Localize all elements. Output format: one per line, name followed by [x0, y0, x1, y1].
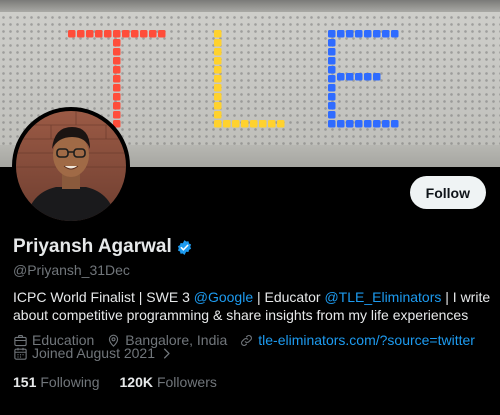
followers-stat[interactable]: 120K Followers	[120, 374, 217, 390]
follow-stats: 151 Following 120K Followers	[13, 374, 217, 390]
led-l	[223, 120, 231, 128]
led-l	[214, 57, 222, 65]
led-l	[214, 48, 222, 56]
led-e	[364, 120, 372, 128]
bio-text: ICPC World Finalist | SWE 3	[13, 289, 194, 305]
led-l	[214, 93, 222, 101]
bio: ICPC World Finalist | SWE 3 @Google | Ed…	[13, 288, 491, 324]
verified-badge-icon[interactable]	[176, 239, 193, 256]
led-e	[391, 30, 399, 38]
calendar-icon	[14, 347, 27, 360]
led-t	[113, 111, 121, 119]
led-l	[268, 120, 276, 128]
led-l	[214, 84, 222, 92]
led-l	[214, 120, 222, 128]
mention-google[interactable]: @Google	[194, 289, 253, 305]
led-e	[364, 73, 372, 81]
joined-label: Joined August 2021	[32, 345, 155, 361]
led-l	[214, 30, 222, 38]
follow-button[interactable]: Follow	[409, 176, 486, 209]
led-t	[149, 30, 157, 38]
led-e	[328, 48, 336, 56]
led-t	[77, 30, 85, 38]
avatar-image	[16, 111, 126, 221]
led-t	[140, 30, 148, 38]
led-e	[346, 73, 354, 81]
chevron-right-icon[interactable]	[159, 346, 174, 361]
led-t	[113, 66, 121, 74]
led-e	[382, 120, 390, 128]
led-l	[214, 75, 222, 83]
led-l	[259, 120, 267, 128]
link-icon	[241, 334, 253, 346]
following-label: Following	[40, 374, 100, 390]
led-t	[113, 39, 121, 47]
led-t	[113, 75, 121, 83]
led-t	[158, 30, 166, 38]
name-row: Priyansh Agarwal	[13, 236, 193, 258]
led-l	[277, 120, 285, 128]
led-e	[328, 102, 336, 110]
led-t	[113, 84, 121, 92]
led-e	[373, 120, 381, 128]
mention-tle-eliminators[interactable]: @TLE_Eliminators	[324, 289, 441, 305]
led-e	[337, 30, 345, 38]
led-t	[122, 30, 130, 38]
led-l	[241, 120, 249, 128]
led-e	[355, 120, 363, 128]
led-e	[373, 73, 381, 81]
led-t	[131, 30, 139, 38]
led-e	[346, 30, 354, 38]
led-t	[68, 30, 76, 38]
following-stat[interactable]: 151 Following	[13, 374, 100, 390]
led-l	[214, 111, 222, 119]
led-e	[355, 30, 363, 38]
led-t	[113, 102, 121, 110]
led-l	[232, 120, 240, 128]
handle: @Priyansh_31Dec	[13, 262, 130, 278]
led-l	[214, 66, 222, 74]
led-e	[328, 75, 336, 83]
website-link[interactable]: tle-eliminators.com/?source=twitter	[258, 332, 475, 348]
led-e	[382, 30, 390, 38]
display-name: Priyansh Agarwal	[13, 236, 172, 257]
led-t	[113, 48, 121, 56]
led-l	[214, 39, 222, 47]
led-e	[346, 120, 354, 128]
followers-label: Followers	[156, 374, 217, 390]
led-e	[337, 73, 345, 81]
led-l	[250, 120, 258, 128]
led-e	[328, 66, 336, 74]
led-l	[214, 102, 222, 110]
led-t	[95, 30, 103, 38]
led-t	[104, 30, 112, 38]
led-t	[113, 93, 121, 101]
led-e	[328, 57, 336, 65]
avatar[interactable]	[12, 107, 130, 225]
led-e	[355, 73, 363, 81]
joined-row[interactable]: Joined August 2021	[13, 345, 174, 361]
website-item[interactable]: tle-eliminators.com/?source=twitter	[239, 332, 475, 348]
led-e	[373, 30, 381, 38]
following-count: 151	[13, 374, 37, 390]
led-e	[328, 39, 336, 47]
led-e	[328, 120, 336, 128]
led-t	[113, 30, 121, 38]
led-e	[364, 30, 372, 38]
led-e	[328, 111, 336, 119]
led-e	[328, 93, 336, 101]
followers-count: 120K	[119, 374, 153, 390]
led-t	[113, 57, 121, 65]
led-t	[86, 30, 94, 38]
led-e	[328, 30, 336, 38]
led-e	[391, 120, 399, 128]
bio-text: | Educator	[253, 289, 325, 305]
led-e	[328, 84, 336, 92]
led-e	[337, 120, 345, 128]
